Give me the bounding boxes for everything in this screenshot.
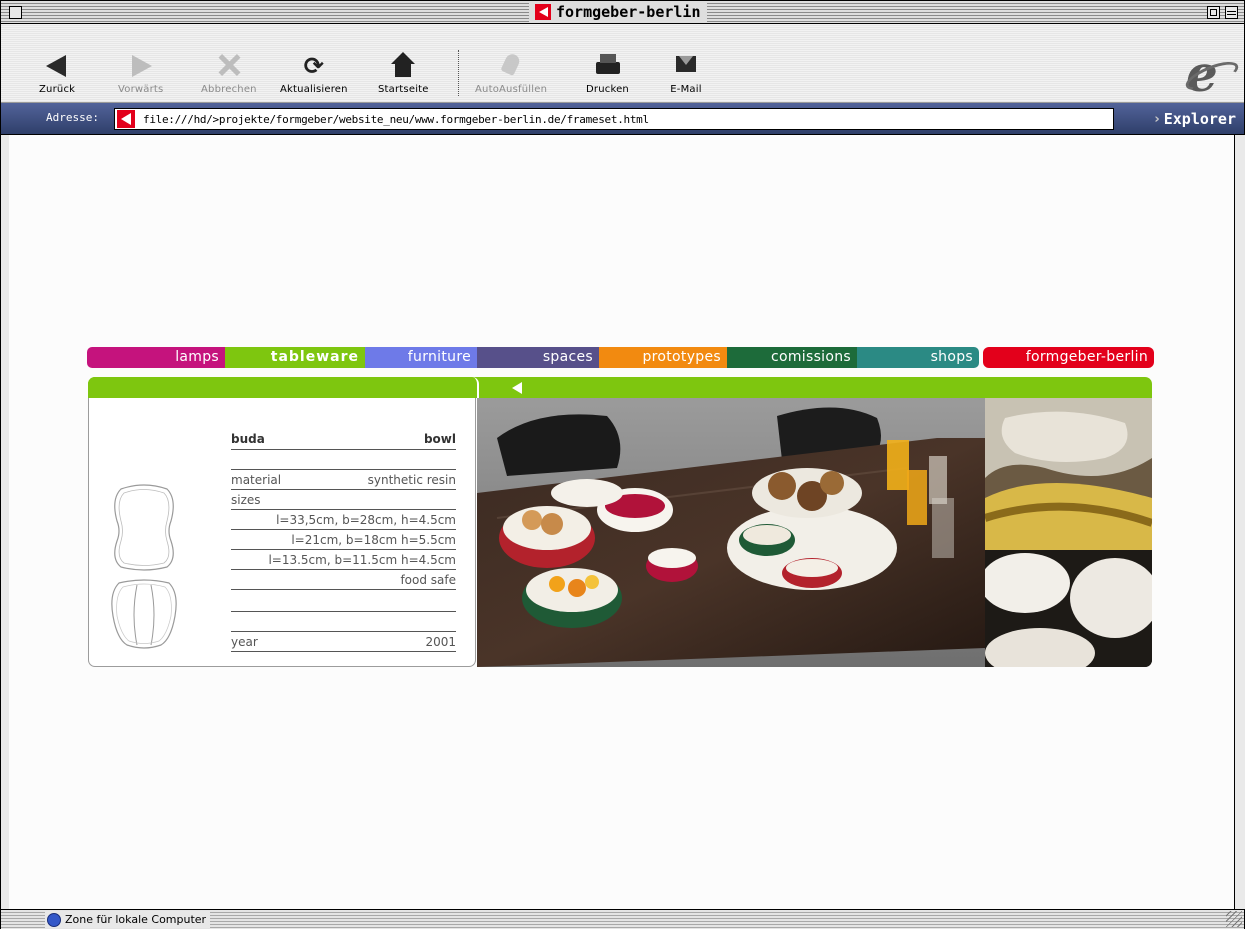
product-photo [477, 398, 985, 667]
food-safe-note: food safe [400, 573, 456, 587]
browser-toolbar: Zurück Vorwärts Abbrechen ⟳ Aktualisiere… [1, 24, 1244, 103]
nav-item-spaces[interactable]: spaces [477, 347, 599, 368]
product-info: buda bowl material synthetic resin sizes… [88, 398, 476, 667]
stop-button[interactable]: Abbrechen [201, 52, 257, 100]
year-value: 2001 [425, 635, 456, 649]
address-url[interactable]: file:///hd/>projekte/formgeber/website_n… [143, 113, 649, 126]
security-zone[interactable]: Zone für lokale Computer [45, 911, 211, 928]
spec-row-title: buda bowl [231, 428, 456, 450]
print-icon [590, 52, 624, 80]
home-button[interactable]: Startseite [378, 52, 429, 100]
chevron-right-icon: › [1154, 111, 1160, 127]
status-bar: Zone für lokale Computer [1, 909, 1244, 929]
autofill-button-label: AutoAusfüllen [475, 84, 548, 95]
spec-row-year: year 2001 [231, 632, 456, 652]
nav-item-lamps[interactable]: lamps [87, 347, 225, 368]
spec-row-size-2: l=21cm, b=18cm h=5.5cm [231, 530, 456, 550]
spec-row-size-1: l=33,5cm, b=28cm, h=4.5cm [231, 510, 456, 530]
resize-grip-icon[interactable] [1226, 911, 1242, 927]
site-logo-icon [535, 4, 551, 20]
spec-row-material: material synthetic resin [231, 470, 456, 490]
stop-icon [212, 52, 246, 80]
autofill-icon [494, 52, 528, 80]
info-tab-cap [88, 377, 479, 398]
material-label: material [231, 473, 282, 487]
site-favicon-icon [117, 110, 135, 128]
explorer-logo-icon: e [1182, 44, 1242, 103]
stop-button-label: Abbrechen [201, 84, 257, 95]
nav-item-prototypes[interactable]: prototypes [599, 347, 727, 368]
browser-window: formgeber-berlin Zurück Vorwärts Abbrech… [0, 0, 1245, 929]
category-nav: lamps tableware furniture spaces prototy… [87, 347, 1154, 368]
back-button-label: Zurück [39, 84, 76, 95]
explorer-tab[interactable]: › Explorer [1154, 110, 1236, 128]
product-detail-photo [985, 398, 1152, 667]
year-label: year [231, 635, 258, 649]
panel-header-bar [88, 377, 1152, 398]
bowl-sketch-image [111, 484, 177, 649]
page-content: lamps tableware furniture spaces prototy… [9, 135, 1234, 909]
address-label: Adresse: [46, 111, 99, 124]
close-box[interactable] [9, 6, 22, 19]
zoom-box[interactable] [1207, 6, 1220, 19]
title-bar[interactable]: formgeber-berlin [1, 1, 1244, 24]
forward-arrow-icon [124, 52, 158, 80]
address-bar: Adresse: file:///hd/>projekte/formgeber/… [1, 103, 1244, 135]
back-button[interactable]: Zurück [39, 52, 75, 100]
product-type: bowl [423, 432, 456, 446]
spec-row-empty [231, 450, 456, 470]
spec-row-note: food safe [231, 570, 456, 590]
forward-button-label: Vorwärts [118, 84, 164, 95]
toolbar-separator [458, 50, 459, 96]
refresh-button[interactable]: ⟳ Aktualisieren [280, 52, 348, 100]
home-button-label: Startseite [378, 84, 429, 95]
size-value-1: l=33,5cm, b=28cm, h=4.5cm [276, 513, 456, 527]
refresh-icon: ⟳ [303, 52, 324, 80]
mail-button[interactable]: E-Mail [669, 52, 703, 100]
spec-row-size-3: l=13.5cm, b=11.5cm h=4.5cm [231, 550, 456, 570]
nav-item-shops[interactable]: shops [857, 347, 979, 368]
material-value: synthetic resin [367, 473, 456, 487]
mail-button-label: E-Mail [670, 84, 702, 95]
nav-item-comissions[interactable]: comissions [727, 347, 857, 368]
explorer-tab-label: Explorer [1163, 110, 1236, 128]
size-value-2: l=21cm, b=18cm h=5.5cm [291, 533, 456, 547]
sizes-label: sizes [231, 493, 261, 507]
status-text: Zone für lokale Computer [65, 913, 207, 926]
spec-table: buda bowl material synthetic resin sizes… [231, 428, 456, 652]
product-name: buda [231, 432, 265, 446]
local-zone-icon [47, 912, 61, 927]
nav-item-tableware[interactable]: tableware [225, 347, 365, 368]
back-arrow-icon [40, 52, 74, 80]
product-panel: buda bowl material synthetic resin sizes… [88, 377, 1152, 667]
autofill-button[interactable]: AutoAusfüllen [475, 52, 547, 100]
nav-item-furniture[interactable]: furniture [365, 347, 477, 368]
address-field[interactable]: file:///hd/>projekte/formgeber/website_n… [114, 108, 1114, 130]
spec-row-empty-2 [231, 590, 456, 612]
window-right-edge [1234, 135, 1245, 909]
spec-row-empty-3 [231, 612, 456, 632]
print-button-label: Drucken [586, 84, 629, 95]
home-icon [386, 52, 420, 80]
spec-row-sizes: sizes [231, 490, 456, 510]
refresh-button-label: Aktualisieren [280, 84, 348, 95]
window-title-wrap: formgeber-berlin [529, 1, 707, 23]
previous-arrow-icon[interactable] [512, 382, 522, 394]
window-title: formgeber-berlin [556, 3, 701, 21]
nav-item-formgeber-berlin[interactable]: formgeber-berlin [983, 347, 1154, 368]
print-button[interactable]: Drucken [586, 52, 629, 100]
collapse-box[interactable] [1225, 6, 1238, 19]
mail-icon [669, 52, 703, 80]
size-value-3: l=13.5cm, b=11.5cm h=4.5cm [268, 553, 456, 567]
forward-button[interactable]: Vorwärts [118, 52, 163, 100]
